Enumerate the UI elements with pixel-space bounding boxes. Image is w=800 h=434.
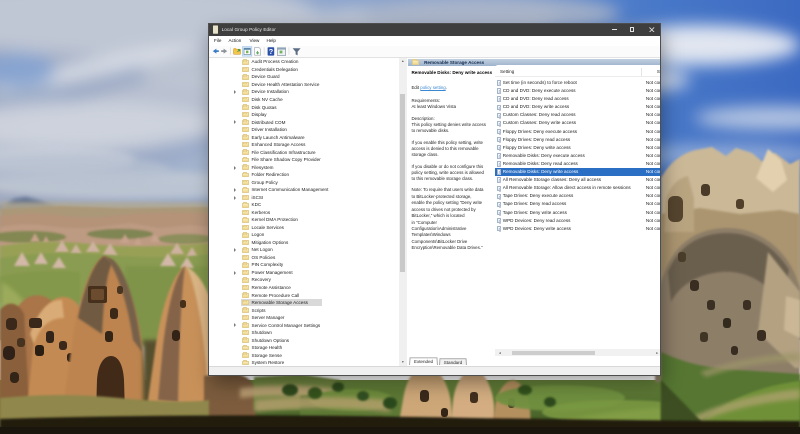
svg-text:?: ? — [269, 47, 273, 56]
